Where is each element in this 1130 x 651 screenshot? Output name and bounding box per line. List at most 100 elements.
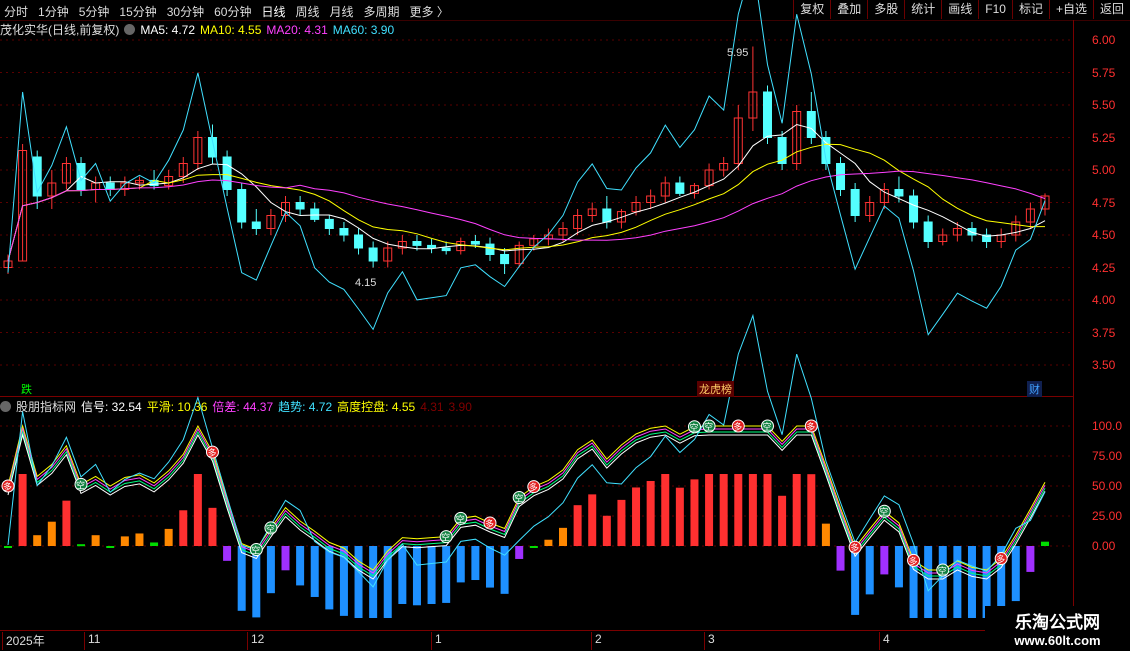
indicator-bar xyxy=(705,474,714,546)
indicator-bar xyxy=(193,474,202,546)
indicator-bar xyxy=(675,487,684,546)
indicator-bar xyxy=(836,546,845,571)
finance-marker[interactable]: 财 xyxy=(1027,381,1042,397)
indicator-bar xyxy=(4,546,12,548)
buy-signal-label: 空 xyxy=(514,493,523,504)
indicator-bar xyxy=(120,536,129,546)
fall-marker[interactable]: 跌 xyxy=(19,381,34,397)
indicator-tick: 100.0 xyxy=(1092,419,1123,433)
indicator-bar xyxy=(821,523,830,546)
candle-body xyxy=(894,189,904,197)
sell-signal-label: 多 xyxy=(529,482,538,493)
chart-canvas[interactable]: 5.954.15多多多多多 多多多 多空空空空空空空空空空空 xyxy=(0,0,1073,630)
candle-body xyxy=(923,221,933,242)
candle-body xyxy=(222,156,232,190)
indicator-bar xyxy=(223,546,232,561)
buy-signal-label: 空 xyxy=(762,421,771,432)
candle-body xyxy=(441,247,451,252)
indicator-tick: 50.00 xyxy=(1092,479,1123,493)
price-tick: 5.00 xyxy=(1092,163,1116,177)
indicator-tick: 75.00 xyxy=(1092,449,1123,463)
signal-line xyxy=(7,430,1046,577)
toolbar-button-8[interactable]: 返回 xyxy=(1092,0,1130,19)
indicator-bar xyxy=(763,474,772,546)
date-tick: 12 xyxy=(247,632,264,650)
low-price-label: 4.15 xyxy=(355,277,376,289)
indicator-bar xyxy=(807,474,816,546)
indicator-bar xyxy=(938,546,947,618)
indicator-bar xyxy=(588,494,597,546)
candle-body xyxy=(762,91,772,138)
indicator-bar xyxy=(661,474,670,546)
indicator-bar xyxy=(894,546,903,588)
candle-body xyxy=(324,218,334,229)
indicator-bar xyxy=(1011,546,1020,602)
buy-signal-label: 空 xyxy=(938,565,947,576)
indicator-bar xyxy=(690,479,699,546)
indicator-bar xyxy=(164,528,173,546)
indicator-bar xyxy=(442,546,451,603)
date-tick: 4 xyxy=(879,632,890,650)
indicator-bar xyxy=(544,539,553,546)
candle-body xyxy=(602,208,612,223)
price-tick: 5.75 xyxy=(1092,65,1116,80)
indicator-bar xyxy=(559,527,568,546)
watermark-url: www.60lt.com xyxy=(1014,633,1101,648)
candle-body xyxy=(777,137,787,164)
indicator-bar xyxy=(179,510,188,546)
date-tick: 3 xyxy=(704,632,715,650)
sell-signal-label: 多 xyxy=(909,555,918,566)
indicator-bar xyxy=(485,546,494,588)
price-tick: 3.50 xyxy=(1092,358,1116,372)
indicator-bar xyxy=(1026,546,1035,572)
buy-signal-label: 空 xyxy=(704,421,713,432)
indicator-bar xyxy=(515,546,524,559)
indicator-bar xyxy=(602,515,611,546)
indicator-bar xyxy=(471,546,480,581)
price-tick: 4.00 xyxy=(1092,293,1116,307)
indicator-bar xyxy=(281,546,290,571)
price-tick: 4.25 xyxy=(1092,260,1116,275)
indicator-bar xyxy=(62,500,71,546)
indicator-bar xyxy=(354,546,363,618)
price-tick: 5.50 xyxy=(1092,98,1116,112)
candle-body xyxy=(368,247,378,262)
price-tick: 4.75 xyxy=(1092,195,1116,210)
candle-body xyxy=(237,189,247,223)
indicator-bar xyxy=(310,546,319,597)
buy-signal-label: 空 xyxy=(266,523,275,534)
indicator-bar xyxy=(150,542,159,546)
sell-signal-label: 多 xyxy=(806,421,815,432)
indicator-bar xyxy=(398,546,407,604)
candle-body xyxy=(251,221,261,229)
candle-body xyxy=(836,163,846,190)
candle-body xyxy=(806,111,816,138)
indicator-bar xyxy=(237,546,246,611)
indicator-bar xyxy=(412,546,421,606)
candle-body xyxy=(310,208,320,220)
date-tick: 11 xyxy=(84,632,100,650)
indicator-bar xyxy=(252,546,261,618)
dragon-tiger-marker[interactable]: 龙虎榜 xyxy=(697,381,734,397)
buy-signal-label: 空 xyxy=(441,532,450,543)
indicator-bar xyxy=(91,535,100,546)
price-tick: 6.00 xyxy=(1092,33,1116,47)
candle-body xyxy=(412,241,422,246)
indicator-tick: 0.00 xyxy=(1092,539,1116,553)
candle-body xyxy=(470,241,480,245)
candle-body xyxy=(339,228,349,236)
indicator-bar xyxy=(296,546,305,586)
price-tick: 4.50 xyxy=(1092,228,1116,242)
indicator-bar xyxy=(529,546,538,548)
indicator-bar xyxy=(33,535,42,546)
buy-signal-label: 空 xyxy=(879,506,888,517)
indicator-bar xyxy=(266,546,275,594)
indicator-bar xyxy=(792,474,801,546)
watermark: 乐淘公式网 www.60lt.com xyxy=(985,606,1130,650)
price-tick: 5.25 xyxy=(1092,130,1116,145)
indicator-bar xyxy=(617,499,626,546)
indicator-bar xyxy=(135,533,144,546)
buy-signal-label: 空 xyxy=(456,513,465,524)
indicator-bar xyxy=(456,546,465,583)
date-tick: 1 xyxy=(431,632,442,650)
